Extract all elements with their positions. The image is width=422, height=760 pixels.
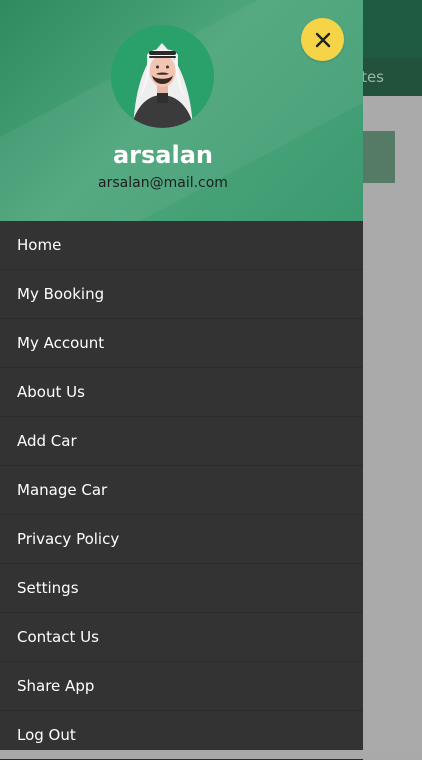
- avatar-illustration: [111, 25, 214, 128]
- menu-item-privacy-policy[interactable]: Privacy Policy: [0, 515, 363, 564]
- tab-label-partial[interactable]: tes: [361, 68, 384, 86]
- close-drawer-button[interactable]: [301, 18, 344, 61]
- user-email: arsalan@mail.com: [98, 175, 228, 191]
- navigation-drawer: arsalan arsalan@mail.com Home My Booking…: [0, 0, 363, 760]
- menu-item-contact-us[interactable]: Contact Us: [0, 613, 363, 662]
- menu-item-manage-car[interactable]: Manage Car: [0, 466, 363, 515]
- menu-item-share-app[interactable]: Share App: [0, 662, 363, 711]
- content-card: [362, 131, 395, 183]
- menu-item-home[interactable]: Home: [0, 221, 363, 270]
- drawer-menu: Home My Booking My Account About Us Add …: [0, 221, 363, 760]
- close-icon: [315, 32, 330, 47]
- menu-item-about-us[interactable]: About Us: [0, 368, 363, 417]
- menu-item-log-out[interactable]: Log Out: [0, 711, 363, 760]
- menu-item-settings[interactable]: Settings: [0, 564, 363, 613]
- menu-item-add-car[interactable]: Add Car: [0, 417, 363, 466]
- avatar[interactable]: [111, 25, 214, 128]
- menu-item-my-booking[interactable]: My Booking: [0, 270, 363, 319]
- user-name: arsalan: [112, 141, 214, 169]
- drawer-header: arsalan arsalan@mail.com: [0, 0, 363, 221]
- menu-item-my-account[interactable]: My Account: [0, 319, 363, 368]
